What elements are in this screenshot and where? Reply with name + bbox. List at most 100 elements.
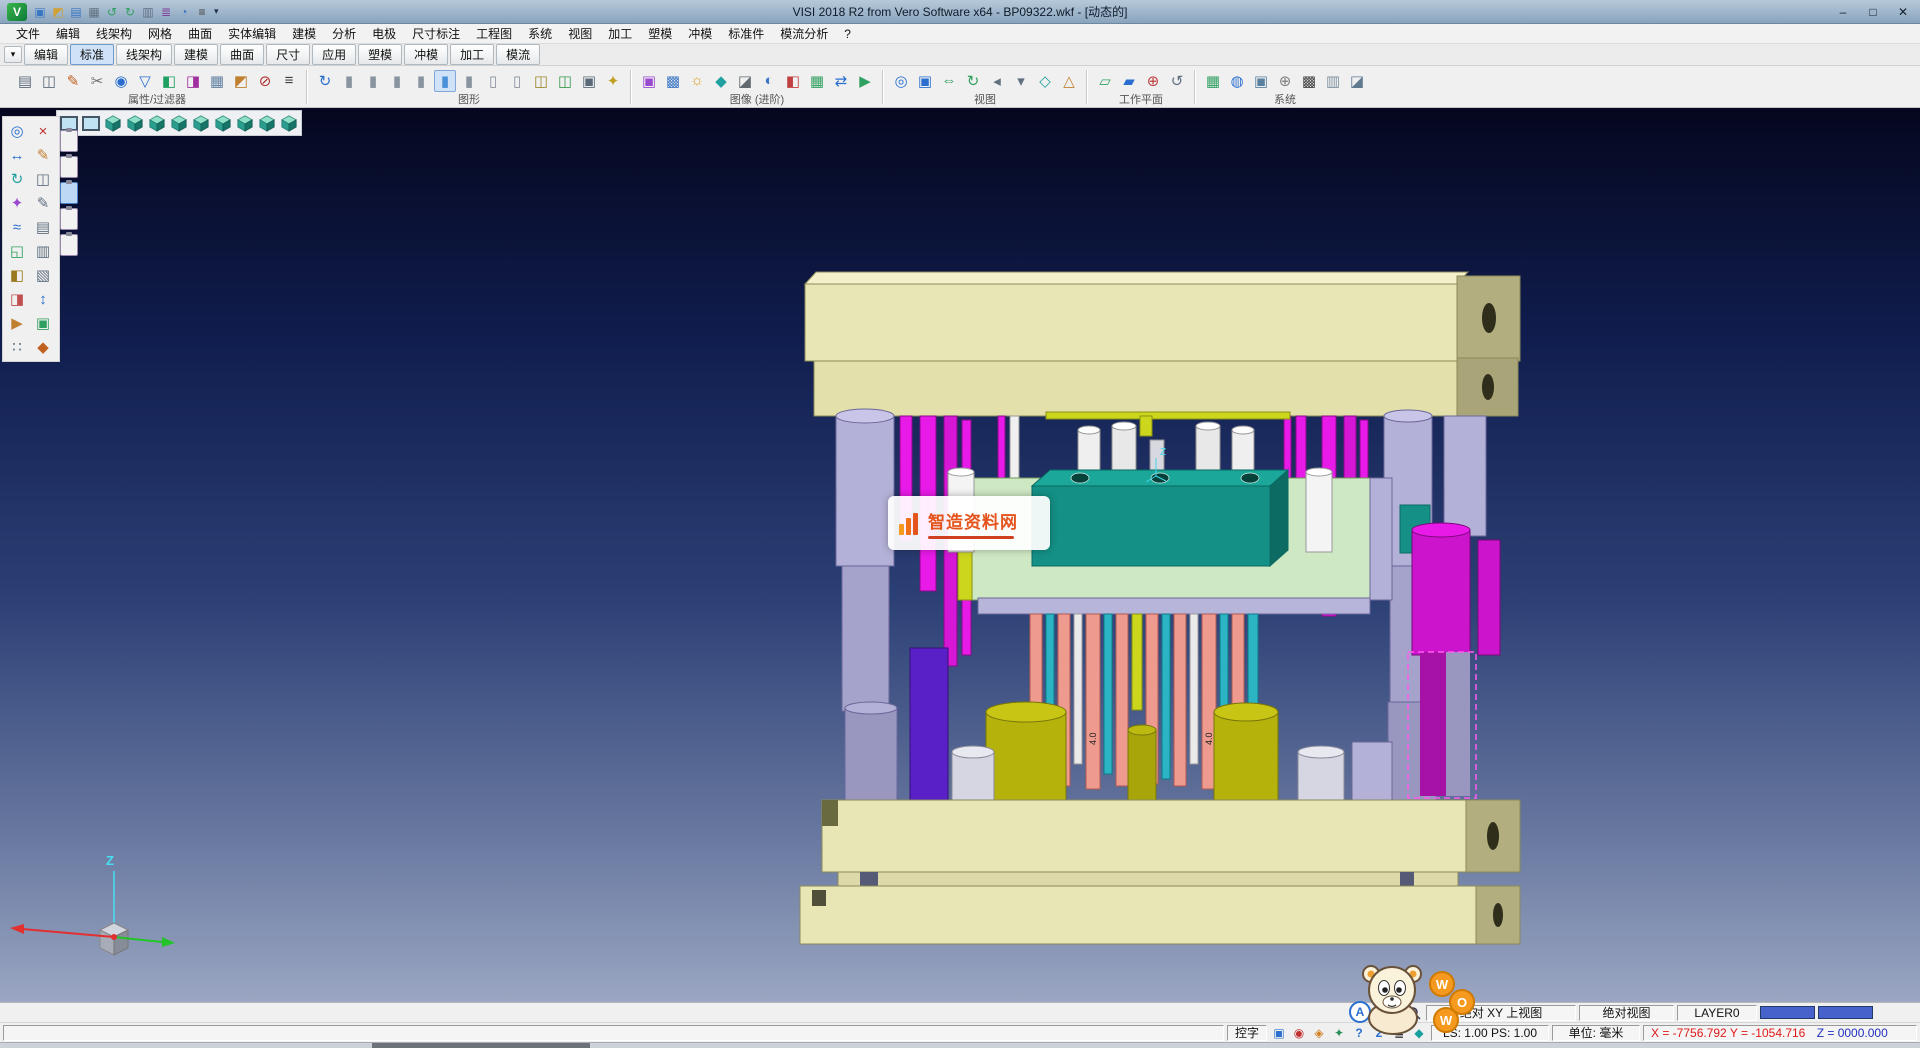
qa-open-icon[interactable]: ◩ [50,4,66,20]
menu-solid-edit[interactable]: 实体编辑 [220,25,284,42]
magnet-filter-icon[interactable]: ◉ [110,70,132,92]
close-button[interactable]: ✕ [1888,2,1918,22]
rail-hatch-icon[interactable]: ▧ [32,264,54,286]
tab-moldflow[interactable]: 模流 [496,44,540,65]
shade-mode-4-icon[interactable]: ▮ [410,70,432,92]
transparency-icon[interactable]: ◐ [758,70,780,92]
menu-standard-parts[interactable]: 标准件 [720,25,772,42]
qa-scene-icon[interactable]: ▣ [32,4,48,20]
shade-mode-6-icon[interactable]: ▮ [458,70,480,92]
profile-icon[interactable]: ◪ [1346,70,1368,92]
menu-stamping[interactable]: 冲模 [680,25,720,42]
rail-pencil-icon[interactable]: ✎ [32,144,54,166]
rail-array-icon[interactable]: ∷ [6,336,28,358]
view-right-icon[interactable] [169,113,189,133]
quick-access-dropdown-icon[interactable]: ▾ [210,6,223,17]
menu-wireframe[interactable]: 线架构 [88,25,140,42]
tab-mold[interactable]: 塑模 [358,44,402,65]
menu-electrode[interactable]: 电极 [364,25,404,42]
qa-undo-icon[interactable]: ↺ [104,4,120,20]
menu-help[interactable]: ? [836,27,859,41]
menu-file[interactable]: 文件 [8,25,48,42]
lock-toggle[interactable]: 控字 [1227,1025,1267,1041]
blank-toggle-icon[interactable]: ▣ [578,70,600,92]
minimize-button[interactable]: – [1828,2,1858,22]
rail-magic-icon[interactable]: ✦ [6,192,28,214]
animate-icon[interactable]: ▶ [854,70,876,92]
clear-filter-icon[interactable]: ⊘ [254,70,276,92]
clipboard-slot-3-icon[interactable] [60,182,78,204]
calculator-icon[interactable]: ⊕ [1274,70,1296,92]
tab-wireframe[interactable]: 线架构 [116,44,172,65]
redraw-icon[interactable]: ✦ [602,70,624,92]
message-field[interactable] [3,1025,1224,1041]
tab-edit[interactable]: 编辑 [24,44,68,65]
texture-icon[interactable]: ▩ [662,70,684,92]
workplane-origin-icon[interactable]: ⊕ [1142,70,1164,92]
rail-play-icon[interactable]: ▶ [6,312,28,334]
world-icon[interactable]: ◍ [1226,70,1248,92]
dynamic-view-icon[interactable]: △ [1058,70,1080,92]
status-snap-icon[interactable]: ◈ [1310,1025,1328,1041]
menu-surface[interactable]: 曲面 [180,25,220,42]
layer-filter-icon[interactable]: ◨ [182,70,204,92]
view-bottom-icon[interactable] [235,113,255,133]
zoom-fit-icon[interactable]: ◎ [890,70,912,92]
status-display-icon[interactable]: ▣ [1270,1025,1288,1041]
pan-icon[interactable]: ⇔ [938,70,960,92]
rail-erase-icon[interactable]: × [32,120,54,142]
menu-edit[interactable]: 编辑 [48,25,88,42]
menu-machining[interactable]: 加工 [600,25,640,42]
regen-icon[interactable]: ↻ [314,70,336,92]
attr-copy-icon[interactable]: ✂ [86,70,108,92]
tab-dropdown-icon[interactable]: ▾ [4,46,22,63]
menu-moldflow[interactable]: 模流分析 [772,25,836,42]
filter-settings-icon[interactable]: ≡ [278,70,300,92]
snap-settings-icon[interactable]: ▦ [1202,70,1224,92]
menu-mesh[interactable]: 网格 [140,25,180,42]
menu-system[interactable]: 系统 [520,25,560,42]
workplane-new-icon[interactable]: ▱ [1094,70,1116,92]
attr-brush-icon[interactable]: ✎ [62,70,84,92]
qa-grid-icon[interactable]: ▥ [140,4,156,20]
shade-mode-7-icon[interactable]: ▯ [482,70,504,92]
3d-viewport[interactable]: ◎×↔✎↻◫✦✎≈▤◱▥◧▧◨↕▶▣∷◆ [0,108,1920,1002]
status-redraw-icon[interactable]: ◉ [1290,1025,1308,1041]
hide-element-icon[interactable]: ◫ [530,70,552,92]
view-mode-field[interactable]: 绝对视图 [1579,1005,1674,1021]
rail-measure-icon[interactable]: ↕ [32,288,54,310]
wireframe-monitor-icon[interactable] [81,113,101,133]
qa-print-icon[interactable]: ▦ [86,4,102,20]
rail-trim-icon[interactable]: ◨ [6,288,28,310]
workplane-reset-icon[interactable]: ↺ [1166,70,1188,92]
menu-drawing[interactable]: 工程图 [468,25,520,42]
preview-icon[interactable]: ◫ [38,70,60,92]
menu-mold[interactable]: 塑模 [640,25,680,42]
view-rotate-icon[interactable] [279,113,299,133]
layer-color-swatch[interactable] [1760,1006,1815,1019]
horizontal-scrollbar[interactable] [0,1042,1920,1048]
menu-view[interactable]: 视图 [560,25,600,42]
print-icon[interactable]: ▤ [14,70,36,92]
rail-explode-icon[interactable]: ◆ [32,336,54,358]
tab-modeling[interactable]: 建模 [174,44,218,65]
rail-attrs-icon[interactable]: ◧ [6,264,28,286]
tab-dimension[interactable]: 尺寸 [266,44,310,65]
rail-sheet-icon[interactable]: ▤ [32,216,54,238]
view-back-icon[interactable] [213,113,233,133]
clipboard-slot-4-icon[interactable] [60,208,78,230]
rail-move-icon[interactable]: ↔ [6,144,28,166]
clipboard-slot-1-icon[interactable] [60,130,78,152]
iso-view-icon[interactable]: ◇ [1034,70,1056,92]
workplane-align-icon[interactable]: ▰ [1118,70,1140,92]
qa-layers-icon[interactable]: ≣ [158,4,174,20]
rail-layers-icon[interactable]: ▥ [32,240,54,262]
shade-mode-2-icon[interactable]: ▮ [362,70,384,92]
database-icon[interactable]: ▥ [1322,70,1344,92]
qa-save-icon[interactable]: ▤ [68,4,84,20]
shadow-icon[interactable]: ◪ [734,70,756,92]
zoom-window-icon[interactable]: ▣ [914,70,936,92]
tab-application[interactable]: 应用 [312,44,356,65]
tab-surface[interactable]: 曲面 [220,44,264,65]
named-view-icon[interactable]: ▾ [1010,70,1032,92]
